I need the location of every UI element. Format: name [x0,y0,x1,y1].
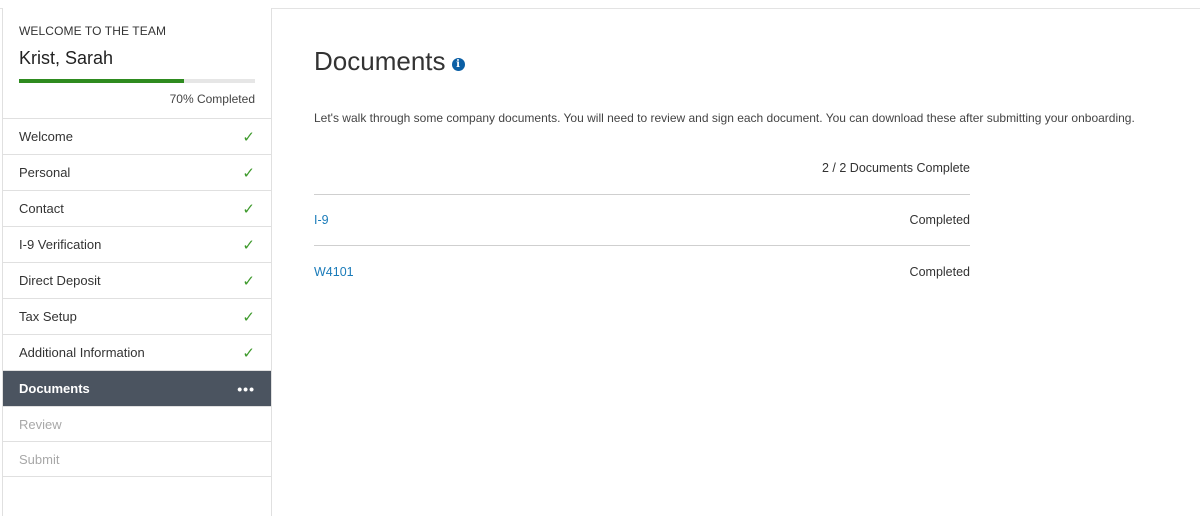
info-icon[interactable]: i [451,58,465,71]
step-personal[interactable]: Personal ✓ [3,155,271,191]
check-icon: ✓ [242,200,255,218]
check-icon: ✓ [242,128,255,146]
page-title: Documents [314,46,446,76]
progress-bar-fill [19,79,185,83]
check-icon: ✓ [242,308,255,326]
step-contact[interactable]: Contact ✓ [3,191,271,227]
step-label: Tax Setup [19,309,77,324]
document-status: Completed [909,213,970,227]
document-row: I-9 Completed [314,195,970,246]
step-label: Contact [19,201,64,216]
step-tax-setup[interactable]: Tax Setup ✓ [3,299,271,335]
title-row: Documents i [314,46,1184,77]
more-dots-icon: ••• [237,380,255,397]
documents-table: 2 / 2 Documents Complete I-9 Completed W… [314,161,970,297]
intro-text: Let's walk through some company document… [314,111,1135,125]
user-name: Krist, Sarah [19,48,114,68]
step-label: Review [19,416,62,432]
step-label: Direct Deposit [19,273,101,288]
check-icon: ✓ [242,272,255,290]
check-icon: ✓ [242,164,255,182]
progress-bar [19,79,255,83]
step-label: Personal [19,165,71,180]
check-icon: ✓ [242,344,255,362]
document-status: Completed [909,264,970,279]
step-label: Documents [19,381,90,396]
step-label: I-9 Verification [19,237,102,252]
step-list: Welcome ✓ Personal ✓ Contact ✓ I-9 Verif… [3,118,271,477]
step-label: Additional Information [19,345,145,360]
step-label: Submit [19,451,60,467]
document-link-i9[interactable]: I-9 [314,213,329,227]
sidebar-header: WELCOME TO THE TEAM Krist, Sarah 70% Com… [3,8,271,118]
welcome-label: WELCOME TO THE TEAM [19,24,167,38]
document-row: W4101 Completed [314,246,970,297]
step-i9-verification[interactable]: I-9 Verification ✓ [3,227,271,263]
onboarding-sidebar: WELCOME TO THE TEAM Krist, Sarah 70% Com… [2,8,272,516]
documents-complete-count: 2 / 2 Documents Complete [314,161,970,195]
progress-label: 70% Completed [169,92,255,106]
document-link-w4101[interactable]: W4101 [314,265,354,279]
step-review: Review [3,407,271,442]
step-welcome[interactable]: Welcome ✓ [3,119,271,155]
step-label: Welcome [19,129,73,144]
step-additional-information[interactable]: Additional Information ✓ [3,335,271,371]
step-documents[interactable]: Documents ••• [3,371,271,407]
check-icon: ✓ [242,236,255,254]
step-submit: Submit [3,442,271,477]
step-direct-deposit[interactable]: Direct Deposit ✓ [3,263,271,299]
main-content: Documents i Let's walk through some comp… [314,8,1184,297]
